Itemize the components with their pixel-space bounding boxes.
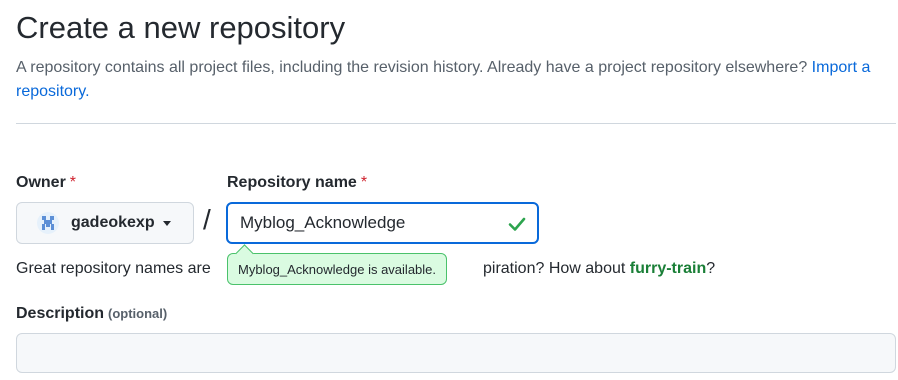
tooltip-arrow bbox=[235, 244, 254, 263]
owner-label-text: Owner bbox=[16, 174, 66, 191]
description-input[interactable] bbox=[16, 333, 896, 373]
description-label-text: Description bbox=[16, 305, 105, 322]
page-title: Create a new repository bbox=[16, 10, 346, 45]
description-optional: (optional) bbox=[108, 306, 168, 321]
caret-down-icon bbox=[162, 220, 171, 226]
hint-suffix-text: piration? How about bbox=[483, 260, 626, 277]
avatar bbox=[37, 212, 59, 234]
owner-name: gadeokexp bbox=[71, 214, 155, 231]
description-label: Description (optional) bbox=[16, 305, 167, 323]
identicon-icon bbox=[42, 216, 54, 230]
page-subtitle: A repository contains all project files,… bbox=[16, 56, 886, 104]
name-suggestion-link[interactable]: furry-train bbox=[630, 260, 706, 277]
availability-text: Myblog_Acknowledge is available. bbox=[238, 261, 437, 277]
check-icon bbox=[508, 217, 526, 231]
repo-name-label-text: Repository name bbox=[227, 174, 357, 191]
subtitle-text: A repository contains all project files,… bbox=[16, 59, 808, 76]
availability-tooltip: Myblog_Acknowledge is available. bbox=[227, 244, 448, 285]
hint-text-prefix: Great repository names are bbox=[16, 260, 211, 277]
repo-name-field[interactable] bbox=[226, 202, 539, 244]
repo-name-required-mark: * bbox=[360, 174, 368, 191]
owner-required-mark: * bbox=[69, 174, 77, 191]
hint-end: ? bbox=[706, 260, 716, 277]
divider bbox=[16, 123, 896, 124]
repo-name-label: Repository name * bbox=[227, 174, 367, 192]
owner-dropdown-button[interactable]: gadeokexp bbox=[16, 202, 194, 244]
owner-label: Owner * bbox=[16, 174, 76, 192]
hint-text-suffix: piration? How about furry-train? bbox=[483, 260, 715, 278]
owner-repo-separator: / bbox=[203, 204, 211, 235]
repo-name-input[interactable] bbox=[240, 213, 490, 233]
